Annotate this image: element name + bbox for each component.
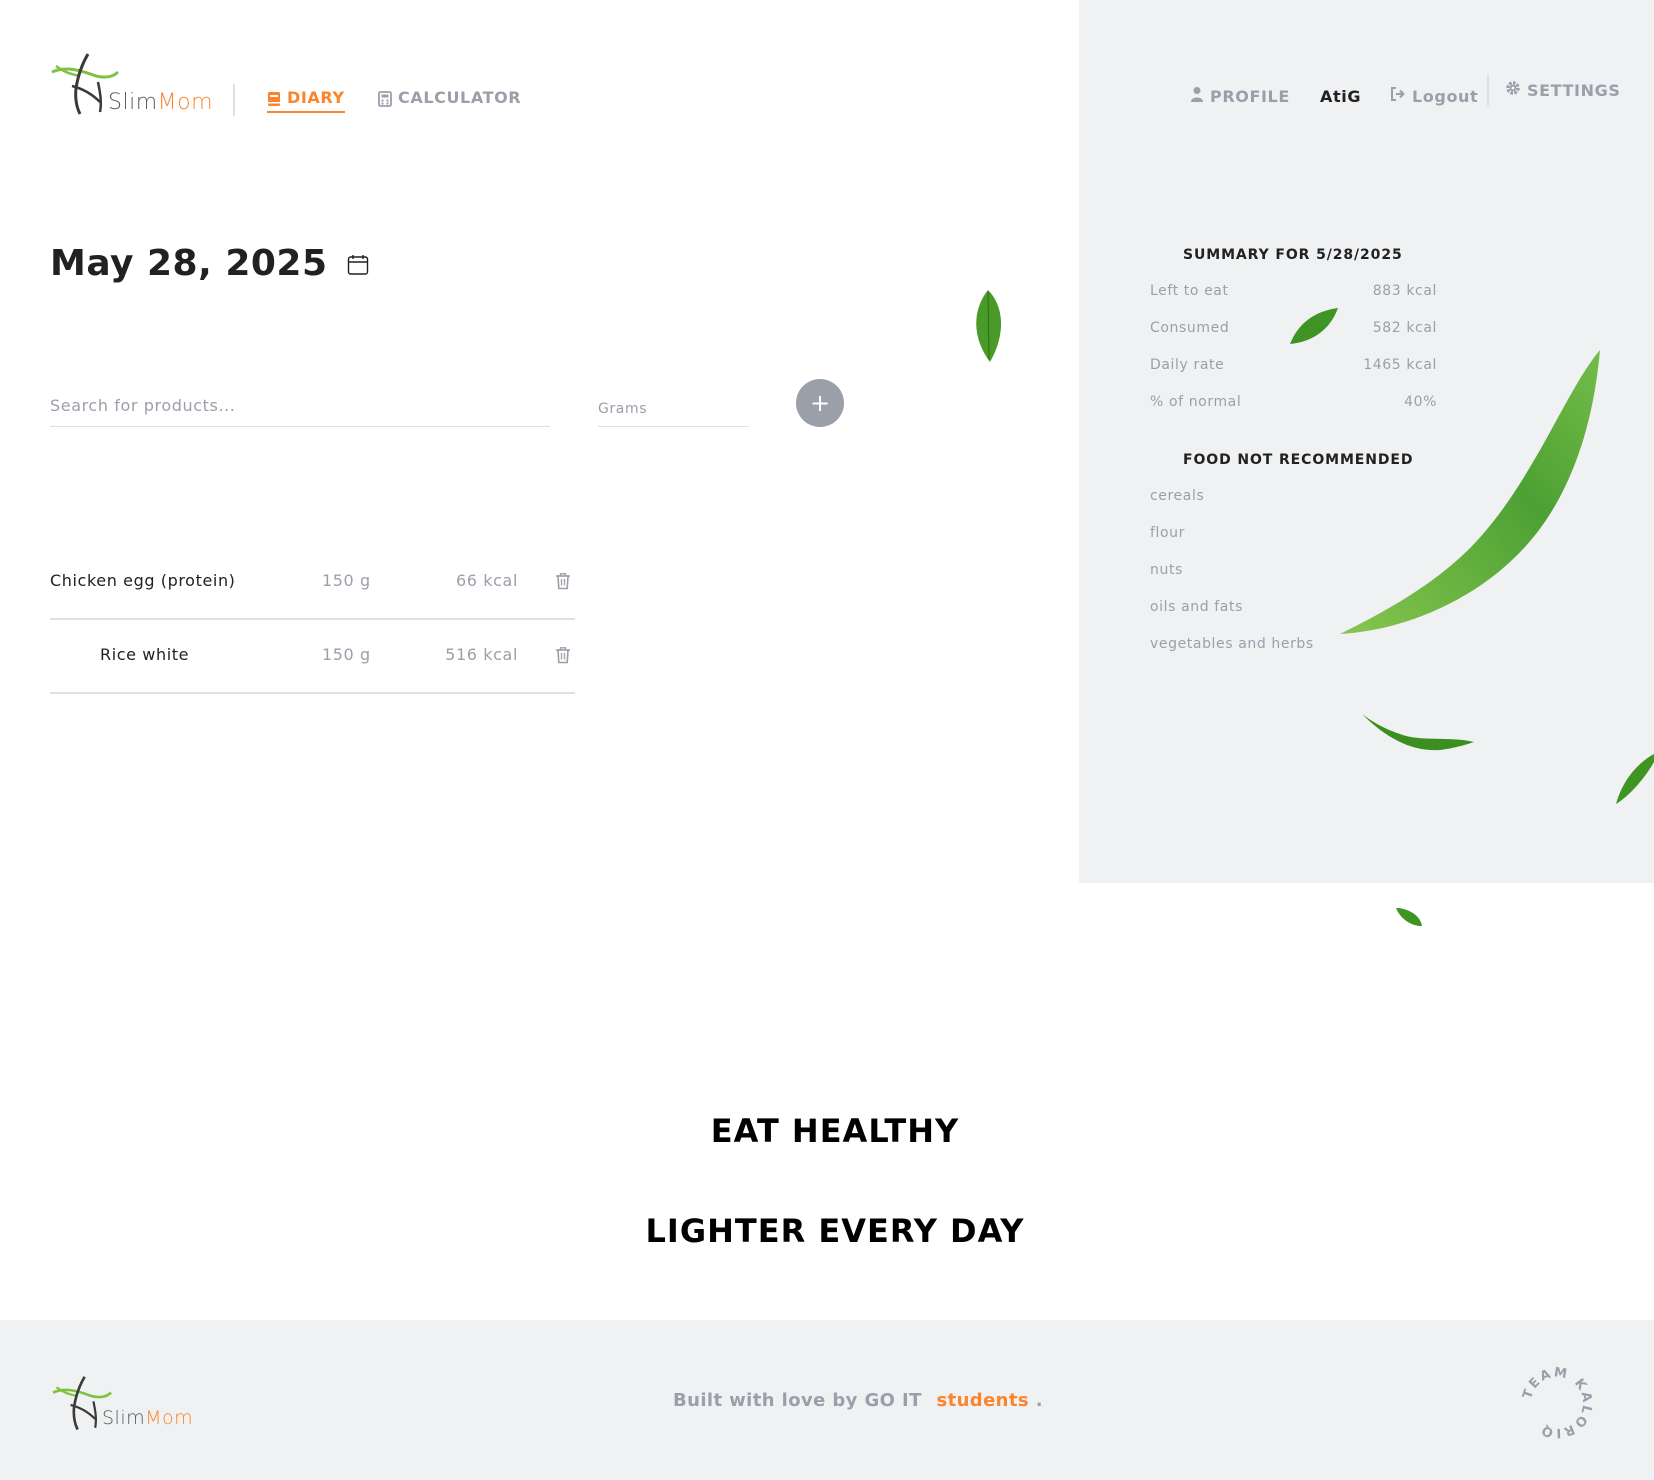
summary-row-daily-rate: Daily rate 1465 kcal [1150, 357, 1437, 373]
book-icon [267, 91, 281, 106]
nav-calculator-label: CALCULATOR [398, 88, 522, 107]
product-row: Chicken egg (protein) 150 g 66 kcal [50, 546, 575, 620]
nav-calculator-link[interactable]: CALCULATOR [378, 88, 521, 107]
profile-label: PROFILE [1210, 86, 1290, 106]
product-grams: 150 g [322, 645, 371, 664]
logo-mom-text: Mom [157, 90, 213, 115]
logout-icon [1390, 86, 1406, 106]
summary-label: Consumed [1150, 320, 1230, 336]
footer-credits: Built with love by GO IT students . [673, 1390, 1043, 1411]
logout-button[interactable]: Logout [1390, 80, 1478, 112]
team-kaloriq-badge[interactable]: TEAM KALORIQ [1520, 1365, 1594, 1440]
not-recommended-item: vegetables and herbs [1150, 636, 1314, 652]
summary-value: 1465 kcal [1363, 357, 1437, 373]
footer-credits-text: Built with love by GO IT [673, 1390, 922, 1411]
not-recommended-item: flour [1150, 525, 1186, 541]
team-badge-graphic: TEAM KALORIQ [1520, 1365, 1594, 1440]
logo-mom-text: Mom [145, 1407, 194, 1429]
slimmom-logo[interactable]: SlimMom [50, 52, 230, 122]
header-divider [233, 84, 235, 116]
summary-label: % of normal [1150, 394, 1242, 410]
username: AtiG [1320, 86, 1362, 106]
leaf-decoration-6 [1396, 908, 1422, 926]
summary-title: SUMMARY FOR 5/28/2025 [1183, 247, 1403, 263]
food-not-recommended-title: FOOD NOT RECOMMENDED [1183, 452, 1414, 468]
calendar-icon[interactable] [347, 254, 369, 276]
product-row: Rice white 150 g 516 kcal [50, 620, 575, 694]
logo-slim-text: Slim [102, 1407, 146, 1429]
delete-product-icon[interactable] [555, 646, 571, 664]
leaf-decoration-3 [1340, 350, 1600, 634]
not-recommended-item: cereals [1150, 488, 1205, 504]
product-kcal: 66 kcal [456, 571, 518, 590]
grams-input[interactable] [598, 392, 749, 427]
calculator-icon [378, 90, 392, 107]
nav-diary-link[interactable]: DIARY [267, 88, 345, 113]
product-kcal: 516 kcal [445, 645, 518, 664]
summary-label: Left to eat [1150, 283, 1229, 299]
nav-diary-label: DIARY [287, 88, 345, 107]
settings-link[interactable]: SETTINGS [1505, 74, 1620, 106]
not-recommended-item: nuts [1150, 562, 1183, 578]
team-badge-text: TEAM KALORIQ [1520, 1365, 1592, 1440]
product-name: Rice white [100, 645, 190, 664]
slogan-line-1: EAT HEALTHY [710, 1112, 960, 1150]
footer-period: . [1035, 1390, 1043, 1411]
summary-value: 40% [1404, 394, 1437, 410]
product-name: Chicken egg (protein) [50, 571, 236, 590]
leaf-decoration-1 [976, 290, 1002, 362]
gear-icon [1505, 80, 1521, 100]
diary-date: May 28, 2025 [50, 243, 328, 284]
product-search-input[interactable] [50, 385, 550, 427]
user-icon [1190, 86, 1204, 106]
profile-link[interactable]: PROFILE [1190, 80, 1290, 112]
product-grams: 150 g [322, 571, 371, 590]
leaf-decoration-5 [1616, 754, 1654, 804]
students-link[interactable]: students [936, 1390, 1029, 1411]
summary-row-percent-of-normal: % of normal 40% [1150, 394, 1437, 410]
logout-label: Logout [1412, 86, 1479, 106]
slogan-line-2: LIGHTER EVERY DAY [645, 1212, 1025, 1250]
not-recommended-item: oils and fats [1150, 599, 1243, 615]
footer-slimmom-logo[interactable]: SlimMom [50, 1375, 210, 1435]
add-product-button[interactable]: + [796, 379, 844, 427]
settings-label: SETTINGS [1527, 80, 1621, 100]
summary-label: Daily rate [1150, 357, 1225, 373]
summary-value: 582 kcal [1372, 320, 1437, 336]
summary-row-consumed: Consumed 582 kcal [1150, 320, 1437, 336]
summary-value: 883 kcal [1372, 283, 1437, 299]
user-menu-divider [1487, 74, 1489, 106]
delete-product-icon[interactable] [555, 572, 571, 590]
svg-text:TEAM KALORIQ: TEAM KALORIQ [1520, 1366, 1594, 1440]
logo-slim-text: Slim [108, 90, 158, 115]
summary-row-left-to-eat: Left to eat 883 kcal [1150, 283, 1437, 299]
leaf-decoration-4 [1362, 714, 1474, 751]
